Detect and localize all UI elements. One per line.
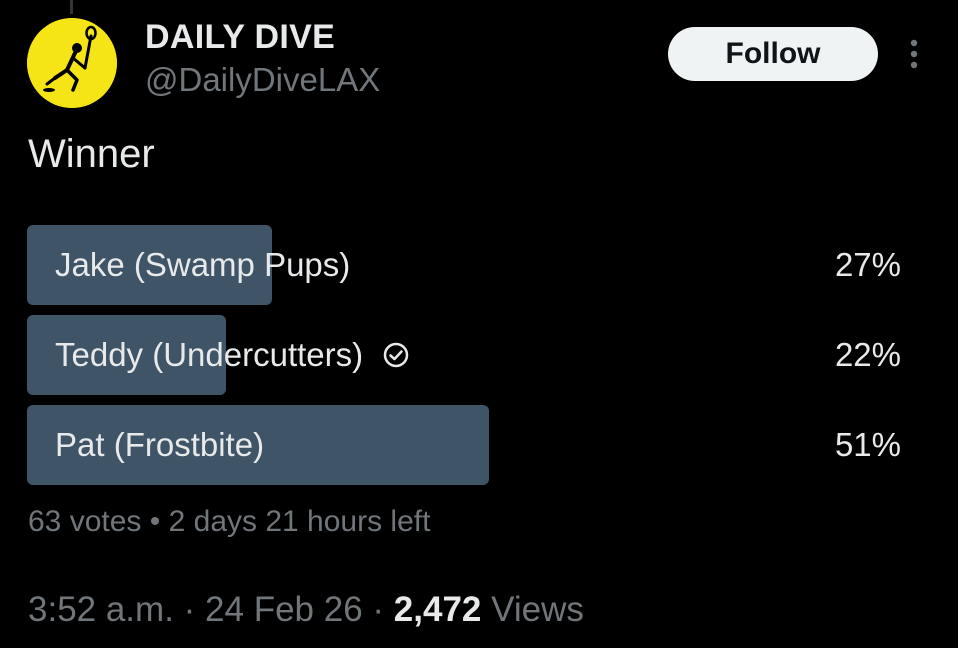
poll-option-label: Teddy (Undercutters) xyxy=(55,336,364,373)
poll-footer: 63 votes • 2 days 21 hours left xyxy=(28,505,430,539)
follow-button[interactable]: Follow xyxy=(668,27,878,81)
poll-option-label: Pat (Frostbite) xyxy=(55,426,265,463)
author-display-name[interactable]: DAILY DIVE xyxy=(145,18,335,57)
poll-option[interactable]: Jake (Swamp Pups) 27% xyxy=(27,225,901,305)
poll-option-percent: 51% xyxy=(834,426,901,463)
more-options-button[interactable] xyxy=(900,36,928,72)
poll-separator: • xyxy=(149,505,161,538)
poll-option-label: Jake (Swamp Pups) xyxy=(55,246,351,283)
tweet-date[interactable]: 24 Feb 26 xyxy=(205,590,363,629)
poll-option[interactable]: Pat (Frostbite) 51% xyxy=(27,405,901,485)
meta-separator: · xyxy=(183,590,196,629)
check-circle-icon xyxy=(383,342,409,368)
author-handle[interactable]: @DailyDiveLAX xyxy=(145,61,380,99)
avatar[interactable] xyxy=(27,18,117,108)
tweet-meta: 3:52 a.m. · 24 Feb 26 · 2,472 Views xyxy=(28,590,584,630)
poll-option-percent: 27% xyxy=(834,246,901,283)
thread-connector-line xyxy=(70,0,73,14)
tweet-time[interactable]: 3:52 a.m. xyxy=(28,590,174,629)
poll-vote-count: 63 votes xyxy=(28,505,142,538)
meta-separator: · xyxy=(372,590,385,629)
tweet-text: Winner xyxy=(28,132,155,176)
poll-option[interactable]: Teddy (Undercutters) 22% xyxy=(27,315,901,395)
views-label: Views xyxy=(491,590,584,629)
more-vertical-icon xyxy=(910,39,918,69)
views-count: 2,472 xyxy=(393,590,482,629)
poll-time-left: 2 days 21 hours left xyxy=(168,505,431,538)
lacrosse-player-logo-icon xyxy=(27,18,117,108)
poll-option-percent: 22% xyxy=(834,336,901,373)
